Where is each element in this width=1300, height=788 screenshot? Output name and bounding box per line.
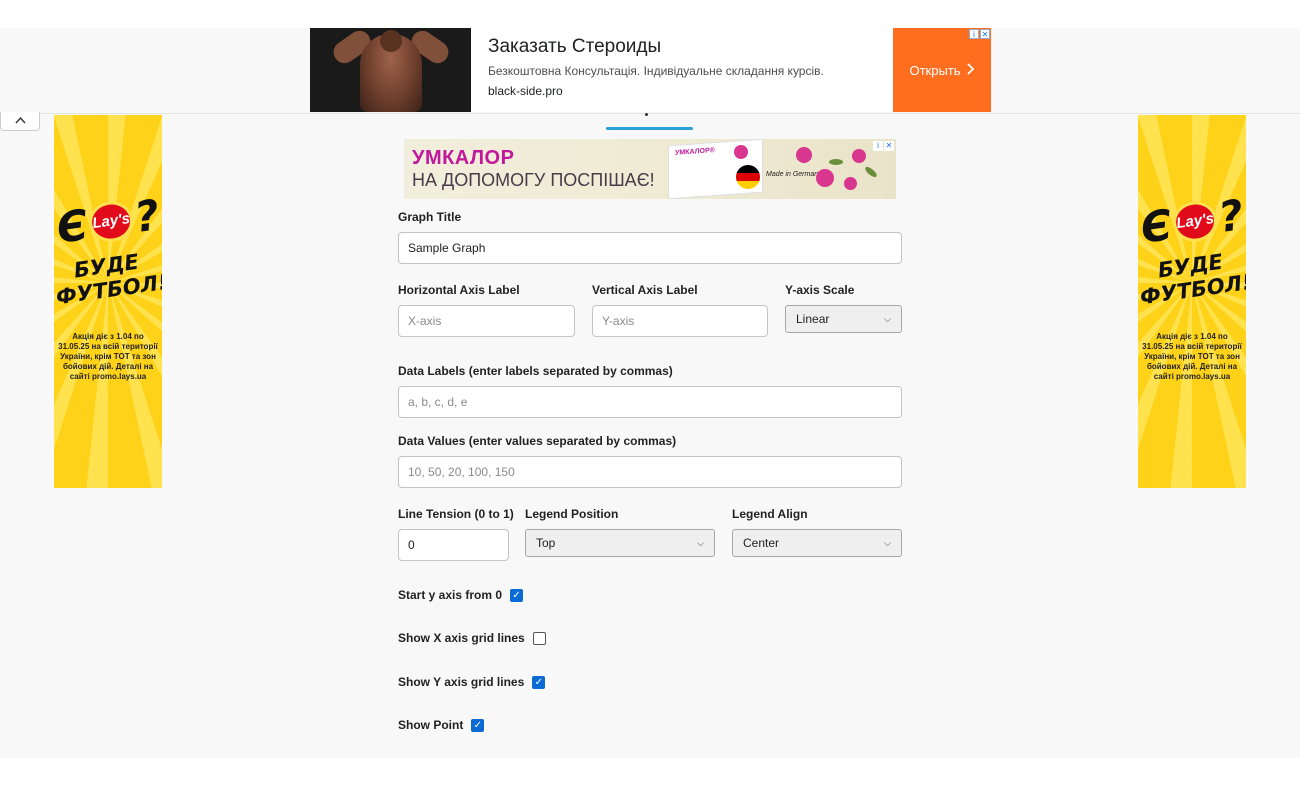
chevron-down-icon: ⌵	[697, 537, 704, 548]
legend-position-select[interactable]: Top ⌵	[525, 529, 715, 557]
ad-choices[interactable]: i ✕	[969, 29, 990, 39]
collapse-ad-button[interactable]	[0, 112, 40, 131]
checkbox-label: Show Point	[398, 718, 464, 732]
data-labels-label: Data Labels (enter labels separated by c…	[398, 364, 673, 378]
tab-label-fragment	[645, 113, 648, 116]
show-y-grid-checkbox[interactable]: ✓	[532, 675, 546, 689]
leaf-icon	[863, 165, 879, 179]
flower-icon	[816, 169, 834, 187]
ad-brand: УМКАЛОР	[412, 147, 515, 169]
chevron-up-icon	[14, 116, 26, 124]
close-icon[interactable]: ✕	[980, 29, 990, 39]
flower-icon	[852, 149, 866, 163]
ad-question-mark: ?	[1215, 190, 1246, 242]
ad-domain: black-side.pro	[488, 84, 563, 98]
ad-question-mark: ?	[131, 190, 162, 242]
chevron-down-icon: ⌵	[884, 537, 891, 548]
close-icon[interactable]: ✕	[884, 141, 894, 151]
legend-align-select[interactable]: Center ⌵	[732, 529, 902, 557]
show-point-checkbox[interactable]: ✓	[471, 718, 485, 732]
vertical-axis-input[interactable]	[592, 305, 768, 337]
y-axis-scale-value: Linear	[796, 312, 830, 326]
show-y-grid-row[interactable]: Show Y axis grid lines ✓	[398, 675, 546, 689]
vertical-axis-label: Vertical Axis Label	[592, 283, 698, 297]
ad-info-icon[interactable]: i	[873, 141, 883, 151]
checkbox-label: Start y axis from 0	[398, 588, 503, 602]
active-tab-indicator	[606, 127, 693, 130]
checkbox-label: Show Y axis grid lines	[398, 675, 525, 689]
show-x-grid-row[interactable]: Show X axis grid lines	[398, 631, 546, 645]
top-advertisement[interactable]: Заказать Стероиды Безкоштовна Консультац…	[310, 28, 991, 112]
mid-advertisement[interactable]: УМКАЛОР НА ДОПОМОГУ ПОСПІШАЄ! УМКАЛОР® M…	[404, 139, 896, 199]
chevron-down-icon: ⌵	[884, 313, 891, 324]
ad-letter: Є	[54, 200, 91, 253]
ad-title[interactable]: Заказать Стероиды	[488, 36, 893, 58]
ad-fine-print: Акція діє з 1.04 по 31.05.25 на всій тер…	[58, 332, 158, 381]
top-strip	[0, 0, 1300, 28]
lays-logo: Lay's	[86, 198, 136, 244]
ad-open-button[interactable]: Открыть	[893, 28, 991, 112]
ad-description: Безкоштовна Консультація. Індивідуальне …	[488, 64, 824, 78]
show-x-grid-checkbox[interactable]	[532, 631, 546, 645]
legend-align-value: Center	[743, 536, 780, 550]
flower-icon	[844, 177, 857, 190]
y-axis-scale-select[interactable]: Linear ⌵	[785, 305, 902, 333]
box-brand: УМКАЛОР®	[675, 147, 715, 157]
ad-choices[interactable]: i ✕	[873, 141, 894, 151]
made-in-label: Made in Germany	[766, 171, 822, 178]
lays-logo: Lay's	[1170, 198, 1220, 244]
line-tension-label: Line Tension (0 to 1)	[398, 507, 514, 521]
ad-image-bodybuilder[interactable]	[310, 28, 471, 112]
data-values-label: Data Values (enter values separated by c…	[398, 434, 677, 448]
start-y-from-zero-checkbox[interactable]: ✓	[510, 588, 524, 602]
flower-icon	[734, 145, 748, 159]
data-labels-input[interactable]	[398, 386, 902, 418]
graph-title-input[interactable]	[398, 232, 902, 264]
side-advertisement-right[interactable]: Є Lay's ? БУДЕ ФУТБОЛ! Акція діє з 1.04 …	[1138, 115, 1246, 488]
side-advertisement-left[interactable]: Є Lay's ? БУДЕ ФУТБОЛ! Акція діє з 1.04 …	[54, 115, 162, 488]
graph-title-label: Graph Title	[398, 210, 462, 224]
horizontal-axis-input[interactable]	[398, 305, 575, 337]
ad-letter: Є	[1138, 200, 1175, 253]
bottom-strip	[0, 758, 1300, 788]
chevron-right-icon	[966, 62, 975, 78]
ad-fine-print: Акція діє з 1.04 по 31.05.25 на всій тер…	[1142, 332, 1242, 381]
ad-info-icon[interactable]: i	[969, 29, 979, 39]
start-y-from-zero-row[interactable]: Start y axis from 0 ✓	[398, 588, 524, 602]
legend-align-label: Legend Align	[732, 507, 808, 521]
horizontal-axis-label: Horizontal Axis Label	[398, 283, 520, 297]
flower-icon	[796, 147, 812, 163]
legend-position-label: Legend Position	[525, 507, 619, 521]
legend-position-value: Top	[536, 536, 556, 550]
data-values-input[interactable]	[398, 456, 902, 488]
y-axis-scale-label: Y-axis Scale	[785, 283, 855, 297]
leaf-icon	[829, 159, 843, 165]
show-point-row[interactable]: Show Point ✓	[398, 718, 485, 732]
ad-tagline: НА ДОПОМОГУ ПОСПІШАЄ!	[412, 170, 655, 190]
ad-open-label: Открыть	[909, 62, 961, 78]
checkbox-label: Show X axis grid lines	[398, 631, 525, 645]
germany-flag-icon	[736, 165, 760, 189]
ad-text-block[interactable]: Заказать Стероиды Безкоштовна Консультац…	[471, 28, 893, 112]
line-tension-input[interactable]	[398, 529, 509, 561]
